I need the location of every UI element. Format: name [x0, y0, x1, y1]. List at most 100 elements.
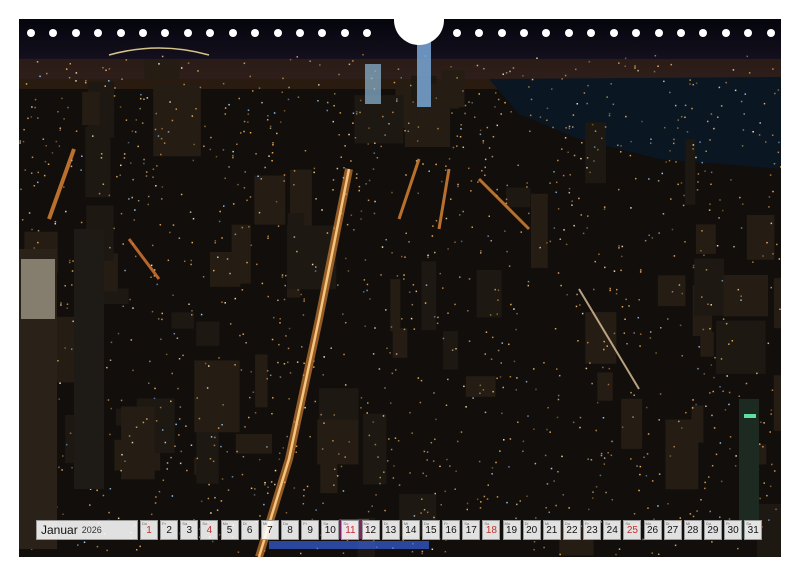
binding-hole [744, 29, 753, 37]
binding-hole [632, 29, 641, 37]
weekday-label: Mo [363, 521, 370, 526]
day-cell: Di 6 [240, 520, 259, 540]
day-cell: So 11 [341, 520, 360, 540]
day-number: 9 [307, 525, 313, 536]
binding-hole [564, 29, 573, 37]
day-cell: Di 20 [522, 520, 541, 540]
month-name: Januar [41, 523, 78, 537]
weekday-label: Fr [303, 521, 307, 526]
day-cell: Do 15 [421, 520, 440, 540]
day-cell: Do 8 [280, 520, 299, 540]
day-cell: Fr 30 [724, 520, 743, 540]
weekday-label: Do [705, 521, 712, 526]
weekday-label: So [625, 521, 631, 526]
day-cells: Do 1 Fr 2 Sa 3 So 4 Mo 5 Di 6 Mi 7 Do 8 Fr 9 Sa 10 So 11 Mo 12 D… [140, 520, 764, 540]
day-cell: Mo 19 [502, 520, 521, 540]
weekday-label: Mo [645, 521, 652, 526]
day-cell: So 25 [623, 520, 642, 540]
calendar-page: Januar 2026 Do 1 Fr 2 Sa 3 So 4 Mo 5 Di 6 Mi 7 Do 8 Fr 9 S… [0, 0, 800, 577]
weekday-label: Sa [605, 521, 611, 526]
day-cell: Fr 23 [583, 520, 602, 540]
weekday-label: Di [524, 521, 529, 526]
weekday-label: Di [242, 521, 247, 526]
day-cell: Mi 28 [683, 520, 702, 540]
weekday-label: So [484, 521, 490, 526]
binding-hole [94, 29, 103, 37]
weekday-label: Sa [464, 521, 470, 526]
day-cell: Di 13 [381, 520, 400, 540]
binding-hole [452, 29, 461, 37]
month-year: 2026 [81, 525, 102, 535]
binding-hole [497, 29, 506, 37]
day-number: 4 [206, 525, 213, 536]
weekday-label: Di [383, 521, 388, 526]
weekday-label: So [343, 521, 349, 526]
day-cell: Mi 14 [401, 520, 420, 540]
day-cell: Mo 12 [361, 520, 380, 540]
weekday-label: Do [282, 521, 289, 526]
binding-hole [116, 29, 125, 37]
day-cell: Mo 5 [220, 520, 239, 540]
day-number: 7 [267, 525, 273, 536]
day-cell: Do 29 [703, 520, 722, 540]
binding-hole [273, 29, 282, 37]
binding-hole [251, 29, 260, 37]
binding-hole [228, 29, 237, 37]
day-number: 3 [186, 525, 193, 536]
binding-hole [363, 29, 372, 37]
day-cell: Sa 17 [462, 520, 481, 540]
binding-hole [318, 29, 327, 37]
weekday-label: So [202, 521, 208, 526]
binding-hole [139, 29, 148, 37]
binding-hole [27, 29, 35, 37]
day-cell: So 4 [200, 520, 219, 540]
day-number: 6 [246, 525, 253, 536]
weekday-label: Mi [403, 521, 409, 526]
binding-hole [161, 29, 170, 37]
binding-hole [721, 29, 730, 37]
day-cell: Sa 10 [321, 520, 340, 540]
weekday-label: Mi [262, 521, 268, 526]
day-number: 2 [166, 525, 172, 536]
night-city-skyline-icon [19, 19, 781, 557]
weekday-label: Do [142, 521, 148, 526]
day-cell: Fr 9 [301, 520, 320, 540]
wire-binding-holes [19, 0, 781, 49]
day-cell: So 18 [482, 520, 501, 540]
binding-hole [654, 29, 663, 37]
binding-hole [542, 29, 551, 37]
day-cell: Sa 3 [180, 520, 199, 540]
day-cell: Mi 21 [542, 520, 561, 540]
weekday-label: Do [564, 521, 571, 526]
weekday-label: Sa [323, 521, 329, 526]
weekday-label: Di [665, 521, 670, 526]
binding-hole [475, 29, 484, 37]
binding-hole [587, 29, 596, 37]
binding-hole [183, 29, 192, 37]
day-cell: Fr 2 [160, 520, 179, 540]
weekday-label: Fr [585, 521, 589, 526]
weekday-label: Fr [162, 521, 166, 526]
day-cell: Mi 7 [260, 520, 279, 540]
weekday-label: Mi [544, 521, 550, 526]
binding-hole [71, 29, 80, 37]
binding-hole [520, 29, 529, 37]
binding-hole [676, 29, 685, 37]
day-cell: Do 22 [562, 520, 581, 540]
day-cell: Sa 31 [744, 520, 763, 540]
binding-hole [340, 29, 349, 37]
day-cell: Do 1 [140, 520, 158, 540]
calendar-strip: Januar 2026 Do 1 Fr 2 Sa 3 So 4 Mo 5 Di 6 Mi 7 Do 8 Fr 9 S… [36, 519, 766, 541]
day-cell: Fr 16 [442, 520, 461, 540]
day-cell: Di 27 [663, 520, 682, 540]
binding-hole [49, 29, 58, 37]
weekday-label: Sa [746, 521, 752, 526]
month-label-box: Januar 2026 [36, 520, 138, 540]
binding-hole [766, 29, 775, 37]
hanger-notch [394, 0, 444, 45]
binding-hole [699, 29, 708, 37]
weekday-label: Mo [222, 521, 229, 526]
day-cell: Mo 26 [643, 520, 662, 540]
weekday-label: Mo [504, 521, 511, 526]
city-night-photo [19, 19, 781, 557]
